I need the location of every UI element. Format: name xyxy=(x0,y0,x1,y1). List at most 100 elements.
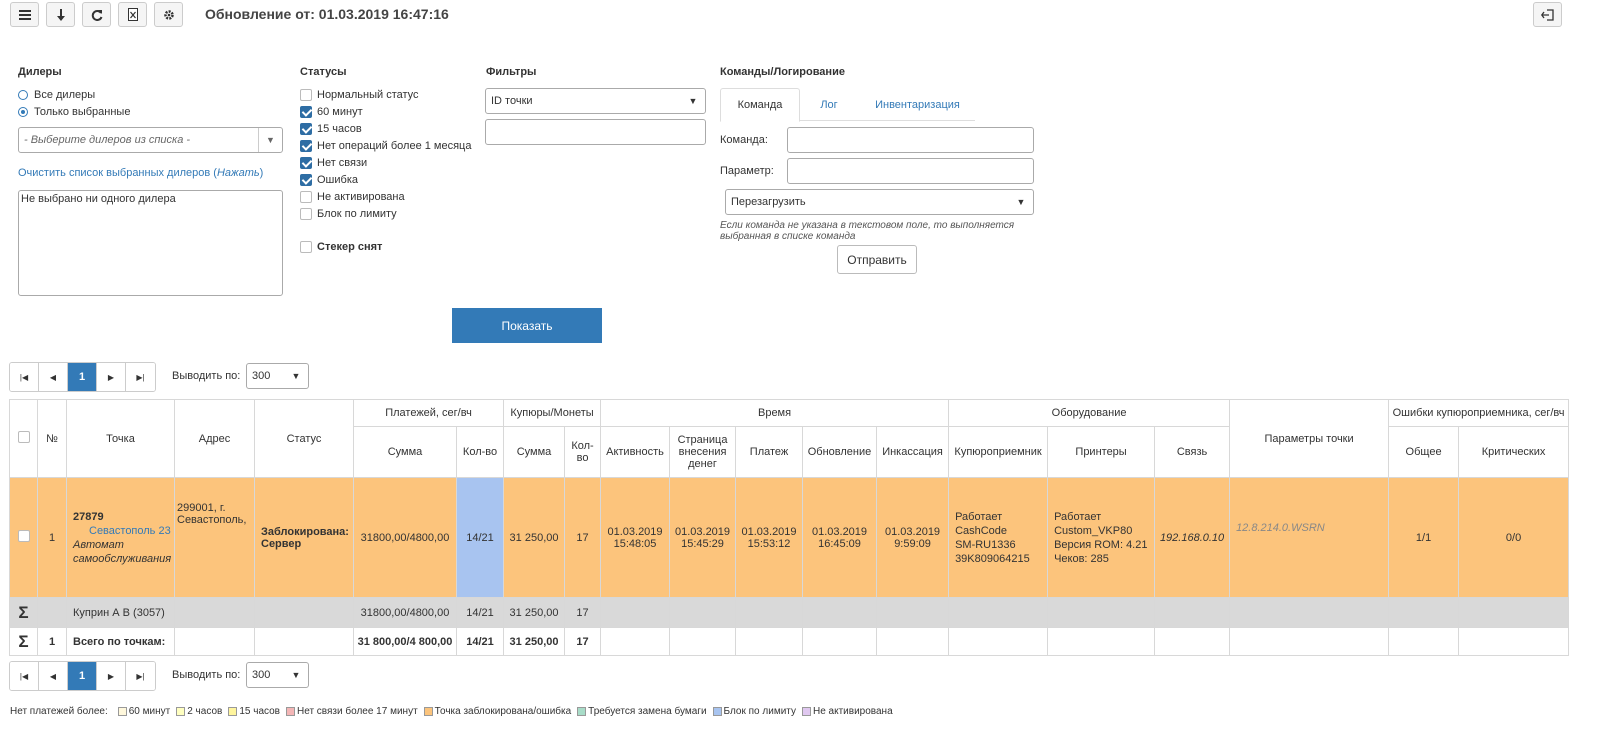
col-address[interactable]: Адрес xyxy=(174,399,255,478)
sigma-icon: Σ xyxy=(9,627,38,656)
table-row[interactable]: 1 27879 Севастополь 23 Автомат самообслу… xyxy=(9,477,1570,598)
tab-command[interactable]: Команда xyxy=(720,88,800,122)
row-pay-count: 14/21 xyxy=(455,477,505,598)
tab-log[interactable]: Лог xyxy=(800,88,858,121)
next-page-icon[interactable]: ▶ xyxy=(97,662,126,690)
page-current[interactable]: 1 xyxy=(68,662,97,690)
legend-swatch xyxy=(117,707,127,716)
chevron-down-icon[interactable]: ▼ xyxy=(284,364,308,388)
page-current[interactable]: 1 xyxy=(68,363,97,391)
legend-swatch xyxy=(286,707,295,716)
radio-circle-checked[interactable] xyxy=(18,107,28,117)
chevron-down-icon[interactable]: ▼ xyxy=(1009,190,1033,214)
tab-inventory[interactable]: Инвентаризация xyxy=(860,88,975,121)
status-checkbox[interactable]: Блок по лимиту xyxy=(300,208,397,220)
col-pay-count[interactable]: Кол-во xyxy=(455,426,505,478)
col-params[interactable]: Параметры точки xyxy=(1229,399,1390,478)
sticker-removed-checkbox[interactable]: Стекер снят xyxy=(300,241,382,253)
status-checkbox[interactable]: Нет операций более 1 месяца xyxy=(300,140,471,152)
checkbox-box[interactable] xyxy=(300,157,312,169)
col-num[interactable]: № xyxy=(37,399,67,478)
radio-all-dealers[interactable]: Все дилеры xyxy=(18,89,95,101)
col-notes-sum[interactable]: Сумма xyxy=(503,426,566,478)
col-update[interactable]: Обновление xyxy=(802,426,878,478)
status-checkbox[interactable]: 60 минут xyxy=(300,106,363,118)
chevron-down-icon[interactable]: ▼ xyxy=(681,89,705,113)
logout-button[interactable] xyxy=(1533,2,1562,27)
checkbox-box[interactable] xyxy=(300,174,312,186)
show-button[interactable]: Показать xyxy=(452,308,602,343)
first-page-icon[interactable]: |◀ xyxy=(10,363,39,391)
status-label: Нет связи xyxy=(317,157,368,169)
grand-total-num: 1 xyxy=(37,627,67,656)
points-table: № Точка Адрес Статус Платежей, сег/вч Ку… xyxy=(9,399,1570,656)
status-checkbox[interactable]: Ошибка xyxy=(300,174,358,186)
checkbox-box[interactable] xyxy=(300,241,312,253)
filter-input[interactable] xyxy=(485,119,706,145)
sigma-icon: Σ xyxy=(9,597,38,628)
logout-icon xyxy=(1541,8,1554,21)
filter-field-select[interactable]: ID точки ▼ xyxy=(485,88,706,114)
col-deposit-page[interactable]: Страница внесения денег xyxy=(669,426,737,478)
col-link[interactable]: Связь xyxy=(1154,426,1231,478)
row-link: 192.168.0.10 xyxy=(1154,477,1231,598)
col-acceptor[interactable]: Купюроприемник xyxy=(948,426,1049,478)
per-page-select[interactable]: 300 ▼ xyxy=(246,363,309,389)
row-checkbox[interactable] xyxy=(17,530,30,542)
last-page-icon[interactable]: ▶| xyxy=(126,363,155,391)
last-page-icon[interactable]: ▶| xyxy=(126,662,155,690)
col-err-total[interactable]: Общее xyxy=(1388,426,1460,478)
command-input[interactable] xyxy=(787,127,1034,153)
chevron-down-icon[interactable]: ▼ xyxy=(284,663,308,687)
clear-dealers-link[interactable]: Очистить список выбранных дилеров (Нажат… xyxy=(18,167,263,179)
select-all-cell xyxy=(9,399,38,478)
col-printers[interactable]: Принтеры xyxy=(1047,426,1156,478)
col-status[interactable]: Статус xyxy=(254,399,354,478)
radio-selected-dealers[interactable]: Только выбранные xyxy=(18,106,130,118)
col-activity[interactable]: Активность xyxy=(600,426,671,478)
first-page-icon[interactable]: |◀ xyxy=(10,662,39,690)
status-checkbox[interactable]: Нет связи xyxy=(300,157,367,169)
col-collection[interactable]: Инкассация xyxy=(876,426,950,478)
col-payment[interactable]: Платеж xyxy=(735,426,804,478)
per-page-select[interactable]: 300 ▼ xyxy=(246,662,309,688)
excel-export-button[interactable] xyxy=(118,2,147,27)
next-page-icon[interactable]: ▶ xyxy=(97,363,126,391)
row-notes-sum: 31 250,00 xyxy=(503,477,566,598)
dealer-select[interactable]: - Выберите дилеров из списка - ▼ xyxy=(18,127,283,153)
row-update: 01.03.2019 16:45:09 xyxy=(802,477,878,598)
grand-total-pay-sum: 31 800,00/4 800,00 xyxy=(353,627,457,656)
command-select[interactable]: Перезагрузить ▼ xyxy=(725,189,1034,215)
status-checkbox[interactable]: Нормальный статус xyxy=(300,89,419,101)
dealer-total-notes-count: 17 xyxy=(564,597,602,628)
select-all-checkbox[interactable] xyxy=(17,431,30,443)
download-button[interactable] xyxy=(46,2,75,27)
status-label: Нормальный статус xyxy=(317,89,419,101)
checkbox-box[interactable] xyxy=(300,106,312,118)
chevron-down-icon[interactable]: ▼ xyxy=(258,128,282,152)
param-input[interactable] xyxy=(787,158,1034,184)
checkbox-box[interactable] xyxy=(300,208,312,220)
point-name-link[interactable]: Севастополь 23 xyxy=(73,525,171,537)
col-pay-sum[interactable]: Сумма xyxy=(353,426,457,478)
menu-button[interactable] xyxy=(10,2,39,27)
refresh-button[interactable] xyxy=(82,2,111,27)
dealer-total-row: Σ Куприн А В (3057) 31800,00/4800,00 14/… xyxy=(9,597,1570,628)
send-button[interactable]: Отправить xyxy=(837,245,917,274)
col-notes-count[interactable]: Кол-во xyxy=(564,426,602,478)
checkbox-box[interactable] xyxy=(300,191,312,203)
selected-dealers-list[interactable]: Не выбрано ни одного дилера xyxy=(18,190,283,296)
status-checkbox[interactable]: 15 часов xyxy=(300,123,362,135)
col-group-notes: Купюры/Монеты xyxy=(503,399,602,427)
status-checkbox[interactable]: Не активирована xyxy=(300,191,405,203)
row-status: Заблокирована: Сервер xyxy=(254,477,354,598)
settings-button[interactable] xyxy=(154,2,183,27)
checkbox-box[interactable] xyxy=(300,89,312,101)
col-err-critical[interactable]: Критических xyxy=(1458,426,1570,478)
checkbox-box[interactable] xyxy=(300,140,312,152)
checkbox-box[interactable] xyxy=(300,123,312,135)
prev-page-icon[interactable]: ◀ xyxy=(39,662,68,690)
col-point[interactable]: Точка xyxy=(66,399,175,478)
radio-circle[interactable] xyxy=(18,90,28,100)
prev-page-icon[interactable]: ◀ xyxy=(39,363,68,391)
